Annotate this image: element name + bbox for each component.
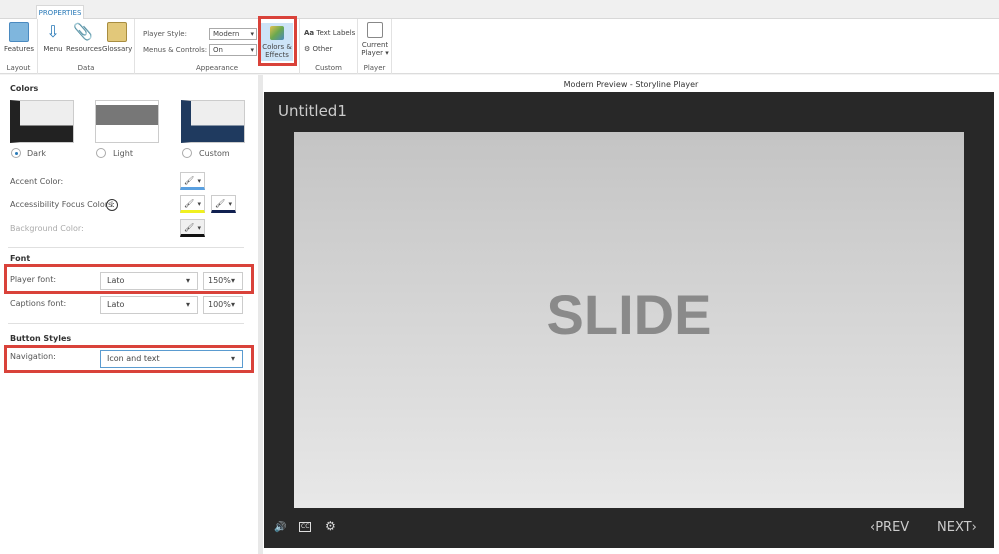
glossary-button[interactable]: Glossary <box>102 22 132 53</box>
radio-custom-label: Custom <box>199 149 230 158</box>
group-custom: Aa Text Labels ⚙ Other Custom <box>300 19 358 74</box>
glossary-icon <box>107 22 127 42</box>
accent-color-picker[interactable]: 🖌 <box>180 172 205 190</box>
menus-controls-select[interactable]: On <box>209 44 257 56</box>
theme-light-thumbnail[interactable] <box>95 100 159 143</box>
properties-panel: Colors Dark Light Custom Accent Color: 🖌… <box>0 75 258 554</box>
divider <box>8 247 244 248</box>
preview-title: Modern Preview - Storyline Player <box>563 80 699 89</box>
features-icon <box>9 22 29 42</box>
focus-color-2-picker[interactable]: 🖌 <box>211 195 236 213</box>
radio-dark-label: Dark <box>27 149 46 158</box>
gear-icon: ⚙ <box>304 45 311 53</box>
features-button[interactable]: Features <box>3 22 35 53</box>
resources-button[interactable]: 📎 Resources <box>66 22 102 53</box>
menus-controls-label: Menus & Controls: <box>143 46 208 54</box>
radio-custom[interactable] <box>182 148 192 158</box>
tab-properties[interactable]: PROPERTIES <box>36 5 84 20</box>
background-color-label: Background Color: <box>10 224 84 233</box>
divider <box>8 323 244 324</box>
ribbon: Features Layout ⇩ Menu 📎 Resources Glossar… <box>0 16 999 74</box>
ribbon-tab-strip: PROPERTIES <box>0 0 999 20</box>
group-label: Layout <box>6 64 31 72</box>
next-button[interactable]: NEXT› <box>937 520 977 535</box>
text-labels-button[interactable]: Aa Text Labels <box>304 29 355 37</box>
background-color-picker: 🖌 <box>180 219 205 237</box>
menu-button[interactable]: ⇩ Menu <box>42 22 64 53</box>
text-labels-icon: Aa <box>304 29 315 37</box>
radio-dark[interactable] <box>11 148 21 158</box>
focus-color-1-picker[interactable]: 🖌 <box>180 195 205 213</box>
group-data: ⇩ Menu 📎 Resources Glossary Data <box>38 19 135 74</box>
font-heading: Font <box>10 254 31 263</box>
course-title: Untitled1 <box>278 102 347 120</box>
player-style-label: Player Style: <box>143 30 187 38</box>
volume-icon[interactable]: 🔊 <box>274 522 286 533</box>
highlight-box <box>258 16 297 66</box>
group-label: Appearance <box>195 64 239 72</box>
group-layout: Features Layout <box>0 19 38 74</box>
player-style-select[interactable]: Modern <box>209 28 257 40</box>
slide-canvas: SLIDE <box>294 132 964 508</box>
group-label: Custom <box>315 64 342 72</box>
captions-font-size-stepper[interactable]: 100% <box>203 296 243 314</box>
other-button[interactable]: ⚙ Other <box>304 45 332 53</box>
slide-text: SLIDE <box>546 283 712 346</box>
group-label: Player <box>363 64 386 72</box>
captions-icon[interactable]: CC <box>299 522 312 532</box>
info-icon[interactable]: i <box>106 199 118 211</box>
group-appearance: Player Style: Modern Menus & Controls: O… <box>135 16 300 74</box>
focus-colors-label: Accessibility Focus Colors: <box>10 200 115 209</box>
highlight-box <box>4 345 254 373</box>
prev-button[interactable]: ‹PREV <box>870 520 909 535</box>
radio-light-label: Light <box>113 149 133 158</box>
menu-icon: ⇩ <box>46 22 60 41</box>
group-player: Current Player ▾ Player <box>358 19 392 74</box>
accent-color-label: Accent Color: <box>10 177 64 186</box>
chevron-right-icon: › <box>971 520 977 535</box>
group-label: Data <box>77 64 95 72</box>
paperclip-icon: 📎 <box>73 22 93 41</box>
radio-light[interactable] <box>96 148 106 158</box>
player-icon <box>367 22 383 38</box>
captions-font-select[interactable]: Lato <box>100 296 198 314</box>
button-styles-heading: Button Styles <box>10 334 72 343</box>
theme-dark-thumbnail[interactable] <box>10 100 74 143</box>
theme-custom-thumbnail[interactable] <box>181 100 245 143</box>
highlight-box <box>4 264 254 294</box>
captions-font-label: Captions font: <box>10 299 67 308</box>
colors-heading: Colors <box>10 84 39 93</box>
settings-gear-icon[interactable]: ⚙ <box>325 519 336 533</box>
current-player-button[interactable]: Current Player ▾ <box>360 22 390 57</box>
